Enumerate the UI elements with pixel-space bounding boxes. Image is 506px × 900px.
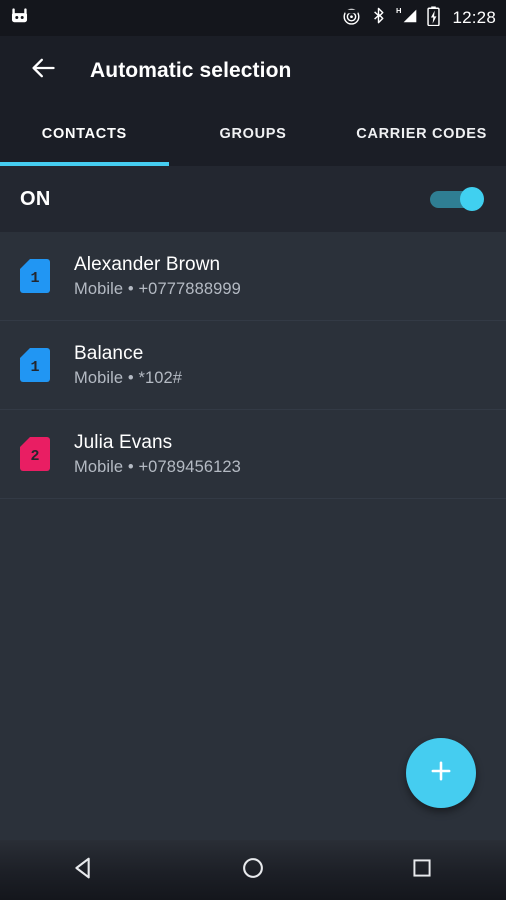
sim-2-icon: 2 (20, 437, 50, 471)
tab-carrier-codes-label: CARRIER CODES (356, 125, 488, 142)
add-button[interactable] (406, 738, 476, 808)
battery-charging-icon (427, 5, 441, 31)
tab-active-indicator (0, 162, 169, 166)
sim-1-icon: 1 (20, 348, 50, 382)
switch-thumb (460, 187, 484, 211)
status-bar-system-icons: H 12:28 (342, 5, 496, 31)
tab-contacts[interactable]: CONTACTS (0, 105, 169, 166)
nav-home-button[interactable] (169, 854, 338, 887)
list-item-text: Julia Evans Mobile • +0789456123 (74, 432, 241, 477)
automatic-selection-switch[interactable] (430, 187, 484, 211)
contact-name: Julia Evans (74, 431, 173, 453)
list-item[interactable]: 1 Alexander Brown Mobile • +0777888999 (0, 232, 506, 321)
nav-back-button[interactable] (0, 854, 169, 887)
back-button[interactable] (20, 48, 66, 94)
plus-icon (427, 757, 455, 790)
contact-name: Alexander Brown (74, 253, 221, 275)
contact-detail: Mobile • *102# (74, 368, 183, 387)
sim-1-icon: 1 (20, 259, 50, 293)
contact-detail: Mobile • +0789456123 (74, 457, 241, 476)
contact-name: Balance (74, 342, 144, 364)
system-navigation-bar (0, 840, 506, 900)
bluetooth-icon (370, 6, 387, 30)
toolbar: Automatic selection (0, 36, 506, 105)
toggle-state-label: ON (20, 187, 51, 210)
back-arrow-icon (29, 54, 57, 87)
tab-groups-label: GROUPS (219, 125, 287, 142)
contact-list: 1 Alexander Brown Mobile • +0777888999 1… (0, 232, 506, 840)
status-bar: H 12:28 (0, 0, 506, 36)
automatic-selection-toggle-row[interactable]: ON (0, 166, 506, 232)
page-title: Automatic selection (90, 58, 292, 82)
cast-icon (342, 6, 361, 30)
nav-recents-button[interactable] (337, 855, 506, 886)
tab-carrier-codes[interactable]: CARRIER CODES (337, 105, 506, 166)
status-bar-clock: 12:28 (452, 8, 496, 27)
signal-h-icon: H (396, 6, 418, 30)
svg-text:H: H (396, 6, 402, 15)
list-item[interactable]: 1 Balance Mobile • *102# (0, 321, 506, 410)
android-robot-icon (10, 6, 29, 30)
tab-contacts-label: CONTACTS (41, 125, 127, 142)
list-item[interactable]: 2 Julia Evans Mobile • +0789456123 (0, 410, 506, 499)
sim-2-number: 2 (30, 448, 40, 465)
sim-1-number: 1 (30, 359, 40, 376)
list-item-text: Balance Mobile • *102# (74, 343, 182, 388)
status-bar-notifications (10, 6, 29, 30)
tab-bar: CONTACTS GROUPS CARRIER CODES (0, 105, 506, 166)
list-item-text: Alexander Brown Mobile • +0777888999 (74, 254, 241, 299)
home-circle-icon (239, 854, 267, 887)
contact-detail: Mobile • +0777888999 (74, 279, 241, 298)
sim-1-number: 1 (30, 270, 40, 287)
back-triangle-icon (70, 854, 98, 887)
recents-square-icon (409, 855, 435, 886)
tab-groups[interactable]: GROUPS (169, 105, 338, 166)
app-screen: H 12:28 Automatic selection CONTACTS GRO… (0, 0, 506, 900)
